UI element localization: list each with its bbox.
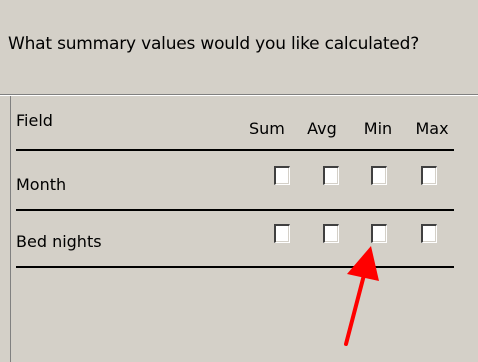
summary-prompt: What summary values would you like calcu… xyxy=(8,34,420,54)
summary-options-panel xyxy=(10,96,476,362)
month-min-checkbox[interactable] xyxy=(371,166,387,185)
avg-column-header: Avg xyxy=(307,119,337,138)
month-sum-checkbox[interactable] xyxy=(274,166,290,185)
header-separator-line xyxy=(16,149,454,151)
month-max-checkbox[interactable] xyxy=(421,166,437,185)
field-column-header: Field xyxy=(16,111,53,130)
min-column-header: Min xyxy=(363,119,393,138)
wizard-header: What summary values would you like calcu… xyxy=(0,0,478,94)
row-label-bed-nights: Bed nights xyxy=(16,232,102,251)
month-avg-checkbox[interactable] xyxy=(323,166,339,185)
bed-nights-avg-checkbox[interactable] xyxy=(323,224,339,243)
table-bottom-line xyxy=(16,266,454,268)
summary-options-dialog: What summary values would you like calcu… xyxy=(0,0,478,362)
bed-nights-min-checkbox[interactable] xyxy=(371,224,387,243)
max-column-header: Max xyxy=(415,119,449,138)
row-separator-line xyxy=(16,209,454,211)
row-label-month: Month xyxy=(16,175,67,194)
bed-nights-sum-checkbox[interactable] xyxy=(274,224,290,243)
bed-nights-max-checkbox[interactable] xyxy=(421,224,437,243)
sum-column-header: Sum xyxy=(249,119,285,138)
